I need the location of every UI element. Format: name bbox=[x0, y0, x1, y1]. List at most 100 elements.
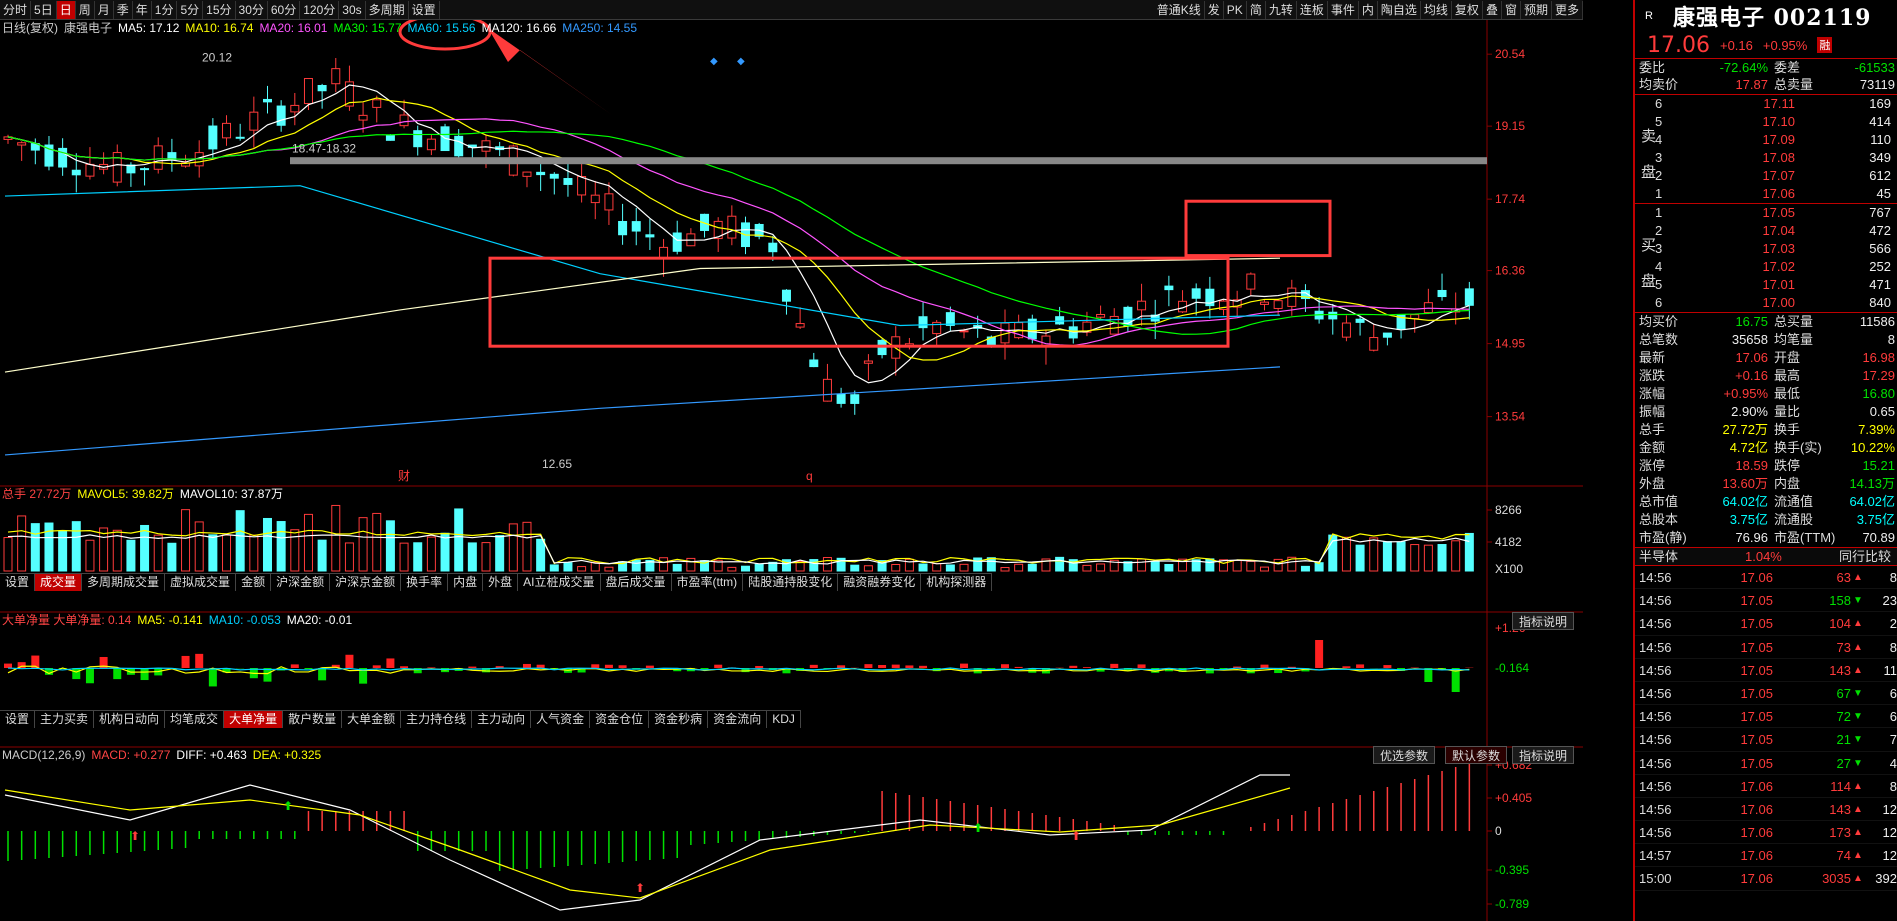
chart-option-button[interactable]: 陶自选 bbox=[1378, 1, 1421, 19]
stat-label: 外盘 bbox=[1639, 476, 1666, 491]
chart-option-button[interactable]: PK bbox=[1224, 1, 1247, 19]
chart-option-button[interactable]: 内 bbox=[1359, 1, 1378, 19]
indicator-tab[interactable]: AI立桩成交量 bbox=[518, 574, 601, 591]
indicator-value: DIFF: +0.463 bbox=[176, 748, 247, 762]
chart-option-button[interactable]: 窗 bbox=[1502, 1, 1521, 19]
chart-option-button[interactable]: 事件 bbox=[1328, 1, 1359, 19]
period-tab[interactable]: 季 bbox=[114, 0, 133, 19]
indicator-tab[interactable]: 机构探测器 bbox=[921, 574, 993, 591]
tick-list[interactable]: 14:56 17.06 63 ▲ 8 14:56 17.05 158 ▼ 23 14:56 17.05… bbox=[1635, 565, 1897, 891]
sector-row[interactable]: 半导体 1.04% 同行比较 bbox=[1635, 547, 1897, 565]
chart-option-button[interactable]: 均线 bbox=[1421, 1, 1452, 19]
indicator-tab[interactable]: 内盘 bbox=[448, 574, 484, 591]
arrow-icon: ▲ bbox=[1853, 618, 1863, 630]
indicator-tab[interactable]: 均笔成交 bbox=[165, 711, 225, 728]
tick-row[interactable]: 14:56 17.06 114 ▲ 8 bbox=[1635, 775, 1897, 798]
indicator-tab[interactable]: 沪深京金额 bbox=[330, 574, 402, 591]
period-tab[interactable]: 5日 bbox=[31, 0, 57, 19]
chart-option-button[interactable]: 九转 bbox=[1266, 1, 1297, 19]
stat-label: 最低 bbox=[1774, 386, 1801, 401]
indicator-tab[interactable]: 人气资金 bbox=[531, 711, 591, 728]
chart-option-button[interactable]: 预期 bbox=[1521, 1, 1552, 19]
chart-option-button[interactable]: 叠 bbox=[1483, 1, 1502, 19]
tick-row[interactable]: 14:56 17.05 21 ▼ 7 bbox=[1635, 728, 1897, 752]
signal-arrow-icon: ⬆ bbox=[130, 829, 140, 843]
chart-option-button[interactable]: 连板 bbox=[1297, 1, 1328, 19]
period-tab[interactable]: 15分 bbox=[203, 0, 236, 19]
period-tab[interactable]: 120分 bbox=[300, 0, 340, 19]
indicator-tab[interactable]: 市盈率(ttm) bbox=[672, 574, 744, 591]
tick-row[interactable]: 14:56 17.05 158 ▼ 23 bbox=[1635, 589, 1897, 613]
indicator-tab[interactable]: 多周期成交量 bbox=[82, 574, 166, 591]
chart-option-button[interactable]: 更多 bbox=[1552, 1, 1583, 19]
indicator-tab[interactable]: 融资融券变化 bbox=[838, 574, 922, 591]
macd-indicator-line: MACD(12,26,9) MACD: +0.277 DIFF: +0.463 DEA… bbox=[2, 747, 327, 763]
period-tab[interactable]: 60分 bbox=[268, 0, 301, 19]
chart-area[interactable]: 20.54 19.15 17.74 16.36 14.95 13.54 18.47-18.3… bbox=[0, 20, 1583, 921]
indicator-explain-button[interactable]: 指标说明 bbox=[1512, 612, 1575, 630]
indicator-tab[interactable]: 资金秒病 bbox=[649, 711, 709, 728]
indicator-tab[interactable]: 盘后成交量 bbox=[601, 574, 672, 591]
period-tab[interactable]: 5分 bbox=[177, 0, 204, 19]
period-tab[interactable]: 30s bbox=[339, 0, 366, 19]
candle-body bbox=[1246, 273, 1256, 290]
tick-row[interactable]: 14:56 17.05 27 ▼ 4 bbox=[1635, 752, 1897, 775]
macd-explain-button[interactable]: 指标说明 bbox=[1512, 746, 1575, 764]
period-tab[interactable]: 设置 bbox=[409, 0, 440, 19]
indicator-tab[interactable]: 主力持仓线 bbox=[401, 711, 473, 728]
big-order-bar bbox=[1383, 665, 1392, 668]
indicator-tab[interactable]: 大单净量 bbox=[224, 711, 284, 728]
chart-option-button[interactable]: 普通K线 bbox=[1154, 1, 1205, 19]
chart-canvas[interactable]: 20.54 19.15 17.74 16.36 14.95 13.54 18.47-18.3… bbox=[0, 20, 1583, 921]
indicator-tab[interactable]: 主力动向 bbox=[472, 711, 532, 728]
tick-row[interactable]: 14:56 17.06 143 ▲ 12 bbox=[1635, 798, 1897, 822]
indicator-tab[interactable]: 成交量 bbox=[35, 574, 83, 591]
optimize-params-button[interactable]: 优选参数 bbox=[1373, 746, 1436, 764]
indicator-tab[interactable]: 大单金额 bbox=[342, 711, 402, 728]
indicator-tab[interactable]: 资金流向 bbox=[708, 711, 768, 728]
period-tab[interactable]: 多周期 bbox=[366, 0, 409, 19]
tick-row[interactable]: 14:56 17.05 143 ▲ 11 bbox=[1635, 659, 1897, 682]
indicator-tab[interactable]: 换手率 bbox=[401, 574, 449, 591]
period-tab[interactable]: 月 bbox=[95, 0, 114, 19]
stat-row: 均买价 16.75 总买量 11586 bbox=[1635, 313, 1897, 331]
indicator-tab[interactable]: 金额 bbox=[236, 574, 272, 591]
tick-row[interactable]: 14:56 17.06 173 ▲ 12 bbox=[1635, 821, 1897, 845]
tick-row[interactable]: 14:56 17.05 73 ▲ 8 bbox=[1635, 636, 1897, 659]
indicator-tab[interactable]: 设置 bbox=[0, 574, 36, 591]
axis-label: 12.65 bbox=[542, 457, 572, 471]
default-params-button[interactable]: 默认参数 bbox=[1445, 746, 1508, 764]
indicator-tab[interactable]: KDJ bbox=[767, 711, 801, 728]
tick-row[interactable]: 14:56 17.05 104 ▲ 2 bbox=[1635, 612, 1897, 636]
tick-row[interactable]: 14:56 17.05 67 ▼ 6 bbox=[1635, 682, 1897, 706]
period-tab[interactable]: 日 bbox=[56, 0, 76, 19]
indicator-tab[interactable]: 机构日动向 bbox=[94, 711, 166, 728]
tick-volume: 158 bbox=[1829, 593, 1851, 609]
chart-options: 普通K线发 PK 简九转 连板 事件内陶自选 均线 复权叠窗预期 更多 bbox=[1154, 0, 1583, 19]
tick-row[interactable]: 14:57 17.06 74 ▲ 12 bbox=[1635, 844, 1897, 868]
tick-row[interactable]: 14:56 17.05 72 ▼ 6 bbox=[1635, 705, 1897, 729]
period-tab[interactable]: 周 bbox=[76, 0, 95, 19]
stat-row: 涨停 18.59 跌停 15.21 bbox=[1635, 457, 1897, 475]
buy-book: 买盘 1 17.05 767 2 17.04 472 3 17.03 566 4 17.02 252 5… bbox=[1635, 203, 1897, 312]
indicator-tab[interactable]: 资金仓位 bbox=[590, 711, 650, 728]
period-tab[interactable]: 1分 bbox=[152, 0, 178, 19]
chart-option-button[interactable]: 复权 bbox=[1452, 1, 1483, 19]
indicator-tab[interactable]: 设置 bbox=[0, 711, 36, 728]
chart-option-button[interactable]: 简 bbox=[1247, 1, 1266, 19]
indicator-tab[interactable]: 散户数量 bbox=[283, 711, 343, 728]
indicator-tab[interactable]: 沪深金额 bbox=[271, 574, 331, 591]
period-tab[interactable]: 30分 bbox=[236, 0, 268, 19]
period-tab[interactable]: 分时 bbox=[0, 0, 32, 19]
tick-row[interactable]: 14:56 17.06 63 ▲ 8 bbox=[1635, 566, 1897, 590]
indicator-tab[interactable]: 主力买卖 bbox=[35, 711, 95, 728]
indicator-tab[interactable]: 外盘 bbox=[483, 574, 519, 591]
chart-option-button[interactable]: 发 bbox=[1205, 1, 1224, 19]
indicator-tab[interactable]: 陆股通持股变化 bbox=[743, 574, 839, 591]
big-order-bar bbox=[345, 654, 354, 668]
volume-bar bbox=[809, 559, 819, 572]
volume-bar bbox=[167, 542, 177, 572]
period-tab[interactable]: 年 bbox=[133, 0, 152, 19]
tick-row[interactable]: 15:00 17.06 3035 ▲ 392 bbox=[1635, 867, 1897, 891]
indicator-tab[interactable]: 虚拟成交量 bbox=[165, 574, 237, 591]
